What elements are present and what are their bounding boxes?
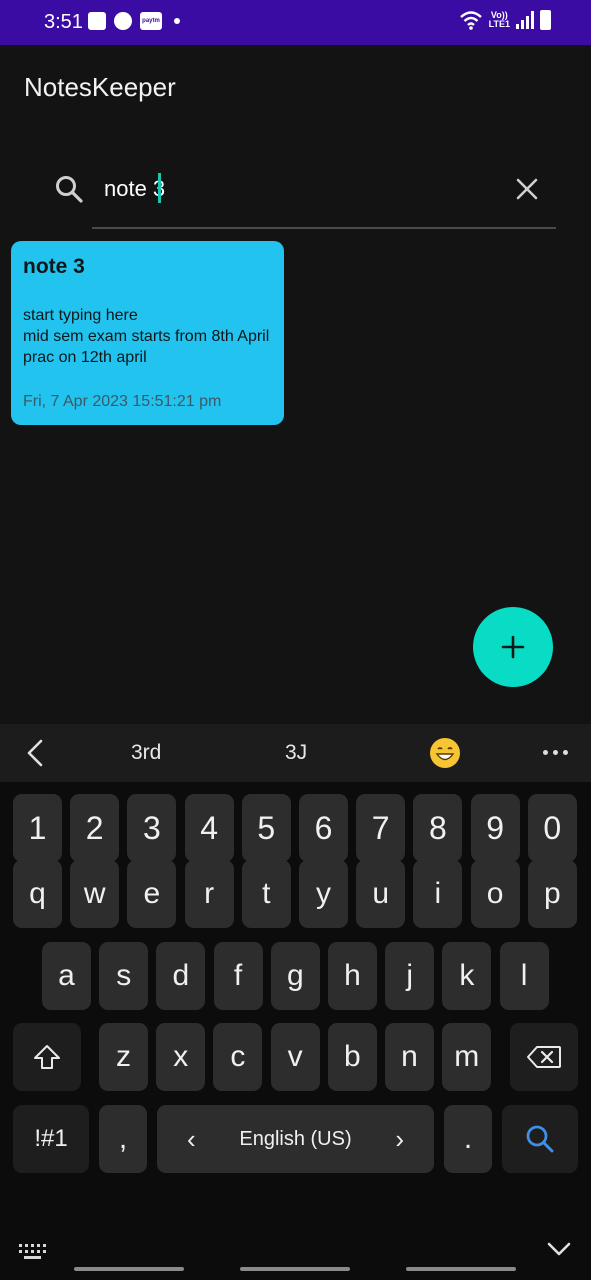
letter-key[interactable]: f	[213, 942, 263, 1010]
close-icon[interactable]	[512, 174, 542, 204]
letter-key[interactable]: u	[356, 860, 406, 928]
note-body: start typing here mid sem exam starts fr…	[23, 305, 269, 368]
letter-key[interactable]: k	[442, 942, 492, 1010]
note-card[interactable]: note 3 start typing here mid sem exam st…	[11, 241, 284, 425]
space-language-label: English (US)	[239, 1127, 352, 1150]
number-key[interactable]: 5	[241, 794, 291, 862]
number-key[interactable]: 2	[70, 794, 120, 862]
backspace-icon	[527, 1046, 561, 1068]
letter-key[interactable]: q	[13, 860, 62, 928]
letter-key[interactable]: a	[42, 942, 91, 1010]
gallery-notification-icon	[88, 12, 106, 30]
language-right-arrow: ›	[395, 1123, 404, 1154]
number-key[interactable]: 8	[413, 794, 463, 862]
wifi-icon	[459, 11, 482, 30]
number-key[interactable]: 3	[127, 794, 177, 862]
shopping-notification-icon	[114, 12, 132, 30]
search-icon	[526, 1125, 554, 1153]
notification-icons: paytm	[88, 12, 180, 30]
note-body-line: mid sem exam starts from 8th April	[23, 328, 270, 345]
status-bar: 3:51 paytm Vo)) LTE1	[0, 0, 591, 45]
letter-key[interactable]: e	[127, 860, 177, 928]
backspace-key[interactable]	[510, 1023, 578, 1091]
letter-key[interactable]: z	[99, 1023, 148, 1091]
letter-key[interactable]: w	[70, 860, 120, 928]
signal-icon	[516, 11, 534, 29]
search-icon	[56, 176, 83, 203]
search-input[interactable]	[104, 172, 494, 206]
letter-key[interactable]: g	[270, 942, 320, 1010]
number-key[interactable]: 6	[299, 794, 348, 862]
letter-key[interactable]: r	[184, 860, 234, 928]
period-key[interactable]: .	[444, 1105, 492, 1173]
letter-key[interactable]: d	[156, 942, 206, 1010]
suggestion-bar: 3rd 3J	[0, 724, 591, 782]
letter-key[interactable]: l	[499, 942, 549, 1010]
letter-key[interactable]: p	[527, 860, 577, 928]
note-body-line: start typing here	[23, 307, 138, 324]
keyboard: 3rd 3J 1234567890 qwertyuiop asdfghjkl z…	[0, 724, 591, 1280]
plus-icon	[501, 635, 525, 659]
text-cursor	[158, 173, 161, 203]
search-underline	[92, 227, 556, 229]
suggestion-1[interactable]: 3rd	[131, 741, 161, 765]
grinning-face-icon[interactable]	[430, 738, 460, 768]
shift-arrow-icon	[34, 1045, 60, 1069]
suggestion-2[interactable]: 3J	[285, 741, 307, 765]
more-options-icon[interactable]	[543, 750, 568, 755]
note-body-line: prac on 12th april	[23, 349, 147, 366]
letter-key[interactable]: o	[470, 860, 520, 928]
letter-key[interactable]: b	[327, 1023, 377, 1091]
symbols-key[interactable]: !#1	[13, 1105, 89, 1173]
app-title: NotesKeeper	[24, 72, 176, 102]
system-icons: Vo)) LTE1	[459, 10, 551, 30]
letter-key[interactable]: t	[241, 860, 291, 928]
search-action-key[interactable]	[502, 1105, 578, 1173]
status-time: 3:51	[44, 11, 83, 33]
more-notifications-dot	[174, 18, 180, 24]
letter-key[interactable]: i	[413, 860, 463, 928]
nav-bar-segment	[240, 1267, 350, 1271]
letter-key[interactable]: v	[270, 1023, 320, 1091]
paytm-notification-icon: paytm	[140, 12, 162, 30]
number-key[interactable]: 9	[470, 794, 520, 862]
shift-key[interactable]	[13, 1023, 81, 1091]
comma-key[interactable]: ,	[99, 1105, 147, 1173]
battery-icon	[540, 10, 551, 30]
nav-bar-segment	[406, 1267, 516, 1271]
lte-label: LTE1	[488, 19, 510, 29]
network-type-label: Vo)) LTE1	[489, 11, 510, 29]
letter-key[interactable]: n	[385, 1023, 434, 1091]
number-key[interactable]: 4	[184, 794, 234, 862]
number-key[interactable]: 0	[527, 794, 577, 862]
letter-key[interactable]: c	[213, 1023, 263, 1091]
letter-key[interactable]: h	[328, 942, 377, 1010]
chevron-left-icon[interactable]	[24, 738, 48, 768]
hide-keyboard-icon[interactable]	[546, 1239, 572, 1259]
number-key[interactable]: 7	[356, 794, 406, 862]
letter-key[interactable]: s	[99, 942, 149, 1010]
letter-key[interactable]: j	[385, 942, 435, 1010]
note-title: note 3	[23, 255, 85, 278]
letter-key[interactable]: x	[156, 1023, 206, 1091]
keyboard-toggle-icon[interactable]	[18, 1243, 48, 1261]
note-date: Fri, 7 Apr 2023 15:51:21 pm	[23, 393, 222, 410]
space-key[interactable]: ‹ English (US) ›	[157, 1105, 434, 1173]
language-left-arrow: ‹	[187, 1123, 196, 1154]
nav-bar-segment	[74, 1267, 184, 1271]
letter-key[interactable]: m	[442, 1023, 492, 1091]
keyboard-bottom-bar	[0, 1229, 591, 1280]
number-key[interactable]: 1	[13, 794, 62, 862]
letter-key[interactable]: y	[299, 860, 348, 928]
add-note-button[interactable]	[473, 607, 553, 687]
